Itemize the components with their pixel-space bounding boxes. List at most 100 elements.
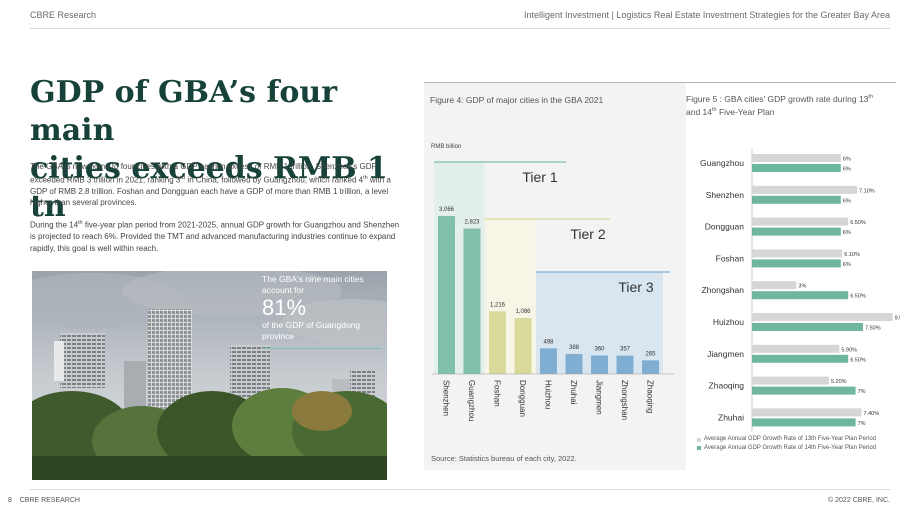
value-label-huizhou-13th: 9.50% xyxy=(895,316,900,322)
bar-huizhou xyxy=(540,348,557,374)
p2-text-b: five-year plan period from 2021-2025, an… xyxy=(30,220,400,253)
bar-huizhou-13th xyxy=(752,313,893,321)
bar-zhaoqing xyxy=(642,360,659,374)
value-label-foshan-14th: 6% xyxy=(843,262,851,268)
figure5-chart: Guangzhou 6% 6% Shenzhen 7.10% 6% Dongguan 6.50… xyxy=(700,149,900,431)
bar-zhuhai-14th xyxy=(752,418,856,427)
category-label-zhongshan: Zhongshan xyxy=(620,380,629,420)
city-label-shenzhen: Shenzhen xyxy=(706,190,745,200)
figure4-source: Source: Statistics bureau of each city, … xyxy=(431,454,577,463)
city-label-zhongshan: Zhongshan xyxy=(701,285,744,295)
figure5-title: Figure 5 : GBA cities' GDP growth rate d… xyxy=(686,92,886,118)
legend-item-13th: Average Annual GDP Growth Rate of 13th F… xyxy=(697,436,897,444)
footer-divider xyxy=(30,489,890,490)
footer-brand: CBRE RESEARCH xyxy=(19,497,80,504)
value-label-huizhou-14th: 7.50% xyxy=(865,326,881,332)
bar-foshan-14th xyxy=(752,259,841,268)
stat-callout: The GBA's nine main cities account for 8… xyxy=(262,274,384,349)
legend-swatch-13th xyxy=(697,437,701,442)
bar-shenzhen xyxy=(438,216,455,374)
bar-dongguan-13th xyxy=(752,217,849,226)
legend-label-14th: Average Annual GDP Growth Rate of 14th F… xyxy=(704,444,876,451)
value-label-foshan-13th: 6.10% xyxy=(844,252,860,258)
value-label-jiangmen-14th: 6.50% xyxy=(850,357,866,363)
stat-lead-text: The GBA's nine main cities account for xyxy=(262,274,364,295)
category-label-zhaoqing: Zhaoqing xyxy=(646,380,655,413)
bar-zhongshan xyxy=(616,355,634,374)
city-label-dongguan: Dongguan xyxy=(705,222,745,232)
figure4-chart: Tier 1 Tier 2 Tier 3 3,066 Shenzhen 2,823 Guan… xyxy=(432,161,674,421)
category-label-foshan: Foshan xyxy=(493,380,502,407)
category-label-dongguan: Dongguan xyxy=(518,380,527,417)
value-label-shenzhen-13th: 7.10% xyxy=(859,188,875,194)
value-label-foshan: 1,216 xyxy=(490,302,506,308)
fig5-title-c: Five-Year Plan xyxy=(716,106,775,117)
value-label-guangzhou-14th: 6% xyxy=(843,167,851,173)
value-label-zhuhai-14th: 7% xyxy=(858,421,866,427)
stat-value: 81% xyxy=(262,295,307,320)
bar-zhuhai xyxy=(565,354,583,374)
figure5-legend: Average Annual GDP Growth Rate of 13th F… xyxy=(697,436,897,453)
fig5-title-sup: th xyxy=(868,94,874,100)
page-number: 8 xyxy=(8,497,12,504)
value-label-zhuhai-13th: 7.40% xyxy=(864,411,880,417)
bar-shenzhen-13th xyxy=(752,185,858,194)
bar-huizhou-14th xyxy=(752,323,863,331)
bar-jiangmen-13th xyxy=(752,344,840,353)
bar-zhuhai-13th xyxy=(752,408,862,417)
bar-foshan xyxy=(489,311,506,374)
tier-label-1: Tier 1 xyxy=(522,169,557,185)
value-label-zhuhai: 388 xyxy=(569,345,580,351)
header-report-title: Intelligent Investment | Logistics Real … xyxy=(523,10,890,20)
value-label-zhaoqing: 265 xyxy=(645,351,656,357)
city-label-jiangmen: Jiangmen xyxy=(707,349,744,359)
page-title-line-1: GDP of GBA’s four main xyxy=(30,75,338,148)
value-label-zhaoqing-14th: 7% xyxy=(858,389,866,395)
bar-guangzhou-14th xyxy=(752,164,841,172)
bar-zhongshan-14th xyxy=(752,291,849,300)
value-label-zhongshan-14th: 6.50% xyxy=(850,294,866,300)
value-label-guangzhou-13th: 6% xyxy=(843,157,851,163)
legend-swatch-14th xyxy=(697,446,701,450)
category-label-jiangmen: Jiangmen xyxy=(595,380,604,415)
category-label-huizhou: Huizhou xyxy=(544,380,553,409)
bar-guangzhou xyxy=(463,228,481,374)
category-label-zhuhai: Zhuhai xyxy=(569,380,578,405)
value-label-huizhou: 498 xyxy=(543,339,554,345)
value-label-jiangmen-13th: 5.90% xyxy=(841,347,857,353)
bar-zhaoqing-14th xyxy=(752,386,856,395)
value-label-dongguan: 1,086 xyxy=(515,309,531,315)
legend-label-13th: Average Annual GDP Growth Rate of 13th F… xyxy=(704,436,876,442)
value-label-shenzhen: 3,066 xyxy=(439,207,455,213)
footer-left: 8 CBRE RESEARCH xyxy=(8,497,80,504)
value-label-zhongshan-13th: 3% xyxy=(798,284,806,290)
city-label-zhaoqing: Zhaoqing xyxy=(709,381,745,391)
bar-zhongshan-13th xyxy=(752,281,797,290)
category-label-shenzhen: Shenzhen xyxy=(442,380,451,416)
bar-dongguan-14th xyxy=(752,227,841,236)
bar-jiangmen-14th xyxy=(752,354,849,363)
p1-text-b: in China, followed by Guangzhou, which r… xyxy=(185,175,364,185)
fig5-title-b: and 14 xyxy=(686,106,712,117)
stat-underline xyxy=(262,348,382,349)
body-paragraph-1: The GBA is now home to four cities with … xyxy=(30,161,405,209)
bar-shenzhen-14th xyxy=(752,195,841,204)
city-label-huizhou: Huizhou xyxy=(713,317,744,327)
body-paragraph-2: During the 14th five-year plan period fr… xyxy=(30,218,405,254)
city-label-foshan: Foshan xyxy=(716,253,745,263)
tier-label-2: Tier 2 xyxy=(570,226,605,242)
bar-zhaoqing-13th xyxy=(752,376,829,385)
city-label-zhuhai: Zhuhai xyxy=(718,412,744,422)
header-brand: CBRE Research xyxy=(30,10,97,20)
fig5-title-a: Figure 5 : GBA cities' GDP growth rate d… xyxy=(686,93,869,104)
value-label-guangzhou: 2,823 xyxy=(464,220,480,226)
value-label-zhaoqing-13th: 5.20% xyxy=(831,379,847,385)
bar-dongguan xyxy=(514,318,532,374)
tier-label-3: Tier 3 xyxy=(618,279,653,295)
p2-text-a: During the 14 xyxy=(30,220,79,230)
stat-tail-text: of the GDP of Guangdong province xyxy=(262,320,361,341)
value-label-dongguan-13th: 6.50% xyxy=(850,220,866,226)
footer-copyright: © 2022 CBRE, INC. xyxy=(828,497,890,504)
bar-jiangmen xyxy=(591,355,608,374)
bar-guangzhou-13th xyxy=(752,154,841,162)
